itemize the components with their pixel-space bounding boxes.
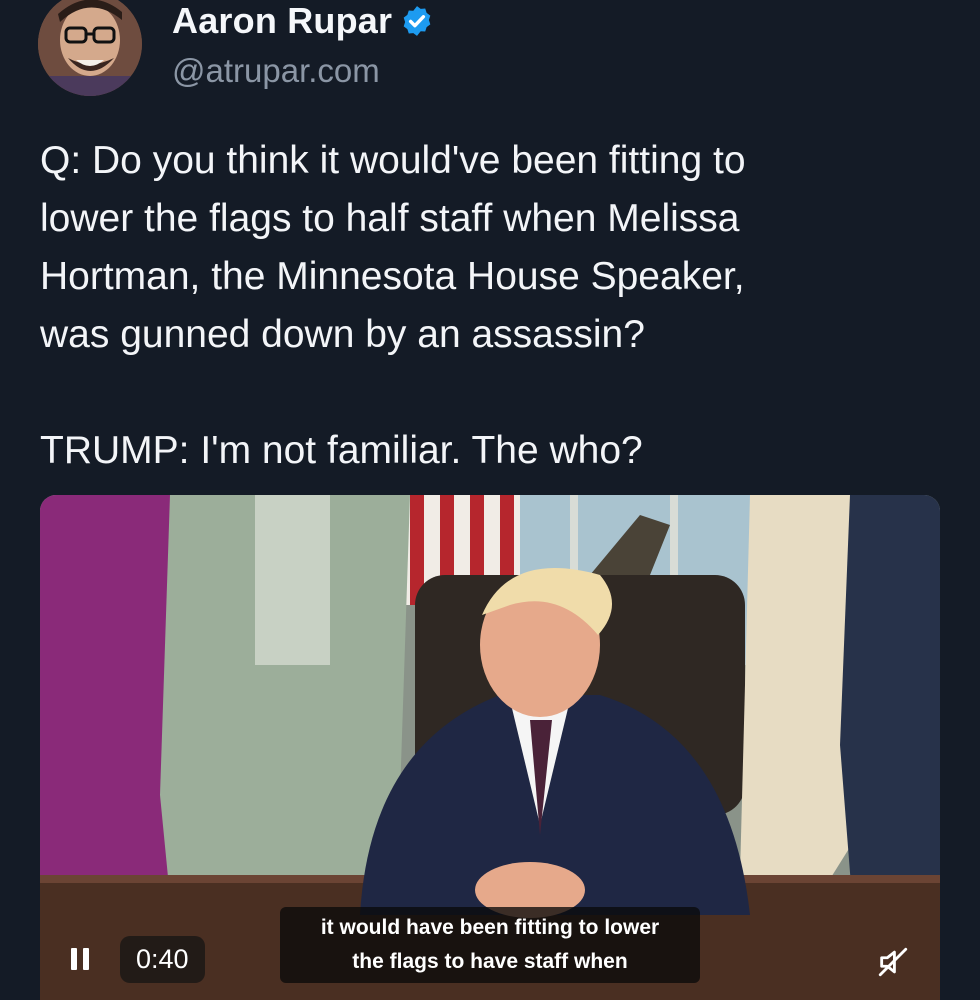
video-timestamp: 0:40 — [120, 936, 205, 983]
mute-button[interactable] — [872, 941, 914, 983]
muted-speaker-icon — [878, 947, 908, 977]
video-player[interactable]: it would have been fitting to lower the … — [40, 495, 940, 1000]
pause-icon — [68, 948, 92, 970]
avatar[interactable] — [38, 0, 142, 96]
display-name[interactable]: Aaron Rupar — [172, 0, 392, 42]
verified-badge-icon — [403, 6, 431, 36]
tweet-text: Q: Do you think it would've been fitting… — [40, 139, 746, 472]
caption-line: the flags to have staff when — [352, 950, 628, 973]
video-captions: it would have been fitting to lower the … — [280, 907, 700, 983]
pause-button[interactable] — [60, 939, 100, 979]
caption-line: it would have been fitting to lower — [320, 916, 660, 939]
handle[interactable]: @atrupar.com — [172, 52, 380, 90]
tweet-header: Aaron Rupar @atrupar.com — [0, 0, 980, 110]
avatar-image — [38, 0, 142, 96]
